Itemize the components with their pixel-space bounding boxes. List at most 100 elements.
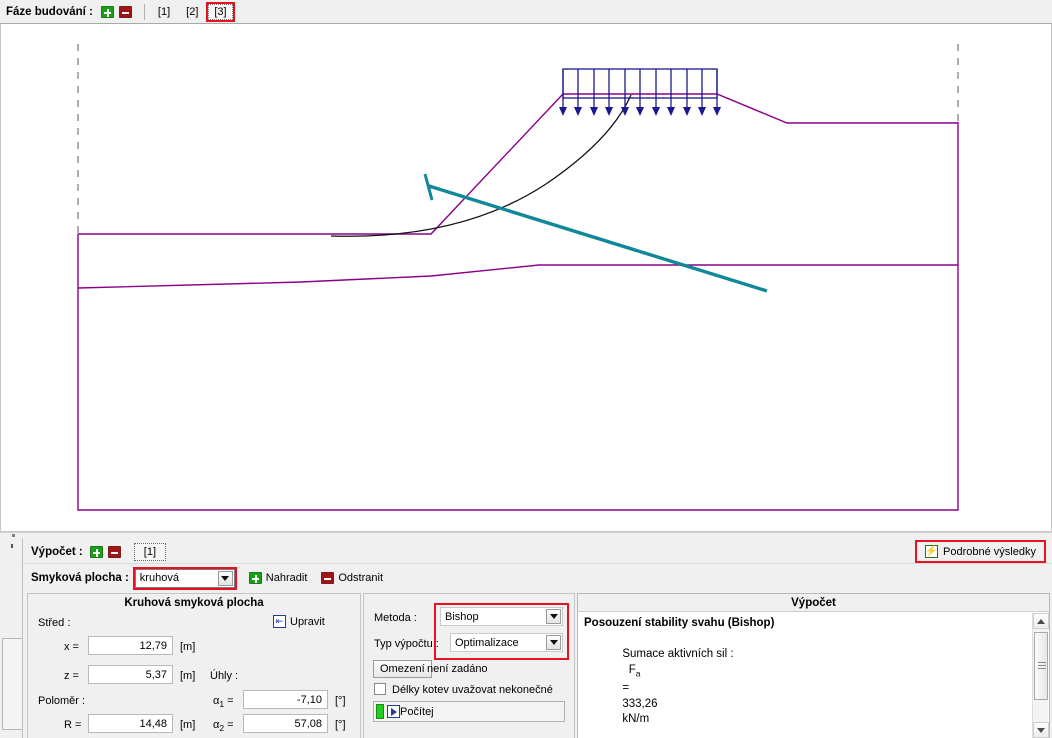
calculation-label: Výpočet : bbox=[31, 545, 83, 558]
vertical-tab-vypocet[interactable]: Výpočet bbox=[2, 638, 22, 730]
replace-label: Nahradit bbox=[265, 572, 308, 584]
circular-surface-title: Kruhová smyková plocha bbox=[28, 594, 360, 611]
calculation-tab-1[interactable]: [1] bbox=[133, 542, 166, 561]
circular-surface-fields: Střed : ⇤ Upravit x = 12,79 [m] z = 5,37… bbox=[28, 611, 360, 733]
construction-phase-toolbar: Fáze budování : [1] [2] [3] bbox=[0, 0, 1052, 24]
scroll-up-button[interactable] bbox=[1033, 613, 1049, 629]
edit-arrow-icon: ⇤ bbox=[273, 615, 286, 628]
calc-type-select[interactable]: Optimalizace bbox=[450, 633, 563, 652]
remove-phase-button[interactable] bbox=[119, 5, 133, 18]
vertical-tab-dot bbox=[11, 544, 13, 548]
calc-type-label: Typ výpočtu : bbox=[374, 638, 439, 650]
slope-geometry-svg bbox=[77, 44, 959, 511]
bottom-panel-content: Výpočet : [1] ⚡ Podrobné výsledky Smykov… bbox=[23, 538, 1052, 738]
progress-bar-icon bbox=[376, 704, 384, 719]
chevron-down-icon[interactable] bbox=[546, 609, 561, 624]
plus-icon bbox=[101, 5, 115, 18]
application-window: Fáze budování : [1] [2] [3] Výpočet: [1… bbox=[0, 0, 1052, 738]
compute-label: Počítej bbox=[400, 705, 434, 718]
restriction-value: není zadáno bbox=[427, 663, 488, 675]
center-label: Střed : bbox=[38, 617, 71, 629]
toolbar-divider bbox=[143, 3, 145, 20]
results-header: Výpočet bbox=[578, 594, 1049, 612]
anchor-member bbox=[428, 184, 768, 293]
slip-surface-arc bbox=[330, 94, 632, 237]
results-body: Posouzení stability svahu (Bishop) Sumac… bbox=[578, 612, 1049, 738]
calculation-toolbar: Výpočet : [1] ⚡ Podrobné výsledky bbox=[23, 540, 1052, 564]
slip-surface-select[interactable]: kruhová bbox=[132, 566, 237, 590]
phase-tab-3[interactable]: [3] bbox=[206, 1, 235, 22]
method-value: Bishop bbox=[445, 610, 479, 623]
angles-label: Úhly : bbox=[210, 670, 239, 682]
alpha2-input[interactable]: 57,08 bbox=[243, 714, 328, 733]
soil-body-outline bbox=[77, 122, 959, 511]
result-row-active-forces: Sumace aktivních sil : Fa = 333,26 kN/m bbox=[584, 632, 1043, 738]
add-calculation-button[interactable] bbox=[90, 545, 104, 558]
delete-label: Odstranit bbox=[338, 572, 384, 584]
r-unit: [m] bbox=[180, 719, 196, 731]
results-panel: Výpočet Posouzení stability svahu (Bisho… bbox=[577, 593, 1050, 738]
minus-icon bbox=[108, 545, 122, 558]
phase-tab-2[interactable]: [2] bbox=[180, 4, 204, 20]
r-input[interactable]: 14,48 bbox=[88, 714, 173, 733]
z-unit: [m] bbox=[180, 670, 196, 682]
lightning-icon: ⚡ bbox=[925, 545, 939, 558]
splitter-grip bbox=[12, 534, 15, 537]
results-title: Posouzení stability svahu (Bishop) bbox=[584, 617, 775, 629]
detailed-results-button[interactable]: ⚡ Podrobné výsledky bbox=[915, 540, 1046, 563]
surcharge-arrows bbox=[559, 69, 721, 116]
restriction-button[interactable]: Omezení bbox=[373, 660, 432, 678]
alpha2-unit: [°] bbox=[335, 719, 346, 731]
method-panel: Metoda : Bishop Typ výpočtu : Optimaliza… bbox=[363, 593, 575, 738]
x-input[interactable]: 12,79 bbox=[88, 636, 173, 655]
edit-button[interactable]: ⇤ Upravit bbox=[273, 615, 325, 628]
soil-layer-interface bbox=[77, 264, 958, 289]
x-label: x = bbox=[64, 641, 79, 653]
infinite-anchor-label: Délky kotev uvažovat nekonečné bbox=[392, 684, 553, 696]
play-icon bbox=[387, 705, 400, 718]
slope-drawing-canvas[interactable] bbox=[0, 24, 1052, 532]
chevron-down-icon[interactable] bbox=[546, 635, 561, 650]
result-equals: = bbox=[622, 682, 630, 695]
plus-icon bbox=[248, 572, 262, 584]
delete-surface-button[interactable]: Odstranit bbox=[321, 572, 383, 584]
result-label: Sumace aktivních sil : bbox=[622, 648, 734, 660]
surcharge-load bbox=[559, 68, 721, 116]
z-input[interactable]: 5,37 bbox=[88, 665, 173, 684]
circular-surface-panel: Kruhová smyková plocha Střed : ⇤ Upravit… bbox=[27, 593, 361, 738]
alpha1-label: α1 = bbox=[213, 695, 234, 710]
slip-surface-value: kruhová bbox=[139, 572, 179, 584]
alpha2-label: α2 = bbox=[213, 719, 234, 734]
phase-label: Fáze budování : bbox=[6, 5, 93, 18]
checkbox-icon[interactable] bbox=[374, 683, 386, 695]
slip-surface-toolbar: Smyková plocha : kruhová Nahradit Odstra… bbox=[23, 565, 1052, 591]
scrollbar-thumb[interactable] bbox=[1034, 632, 1048, 700]
slip-surface-label: Smyková plocha : bbox=[31, 572, 129, 584]
method-fields: Metoda : Bishop Typ výpočtu : Optimaliza… bbox=[364, 594, 574, 722]
calc-type-value: Optimalizace bbox=[455, 636, 519, 649]
replace-surface-button[interactable]: Nahradit bbox=[248, 572, 308, 584]
x-unit: [m] bbox=[180, 641, 196, 653]
add-phase-button[interactable] bbox=[101, 5, 115, 18]
scroll-down-button[interactable] bbox=[1033, 722, 1049, 738]
method-select[interactable]: Bishop bbox=[440, 607, 563, 626]
z-label: z = bbox=[64, 670, 79, 682]
phase-tab-1[interactable]: [1] bbox=[152, 4, 176, 20]
remove-calculation-button[interactable] bbox=[108, 545, 122, 558]
edit-label: Upravit bbox=[290, 615, 325, 628]
plus-icon bbox=[90, 545, 104, 558]
chevron-down-icon[interactable] bbox=[217, 570, 233, 586]
method-label: Metoda : bbox=[374, 612, 417, 624]
detailed-results-label: Podrobné výsledky bbox=[943, 545, 1036, 558]
results-scrollbar[interactable] bbox=[1032, 613, 1049, 738]
compute-button[interactable]: Počítej bbox=[373, 701, 565, 722]
radius-label: Poloměr : bbox=[38, 695, 86, 707]
vertical-tab-strip: Výpočet bbox=[1, 538, 23, 738]
infinite-anchor-checkbox[interactable]: Délky kotev uvažovat nekonečné bbox=[374, 683, 553, 696]
r-label: R = bbox=[64, 719, 82, 731]
bottom-panel: Výpočet Výpočet : [1] ⚡ Podrobné výsledk… bbox=[0, 538, 1052, 738]
minus-icon bbox=[321, 572, 335, 584]
alpha1-input[interactable]: -7,10 bbox=[243, 690, 328, 709]
result-value: 333,26 bbox=[622, 697, 658, 710]
result-symbol: Fa bbox=[622, 663, 641, 678]
